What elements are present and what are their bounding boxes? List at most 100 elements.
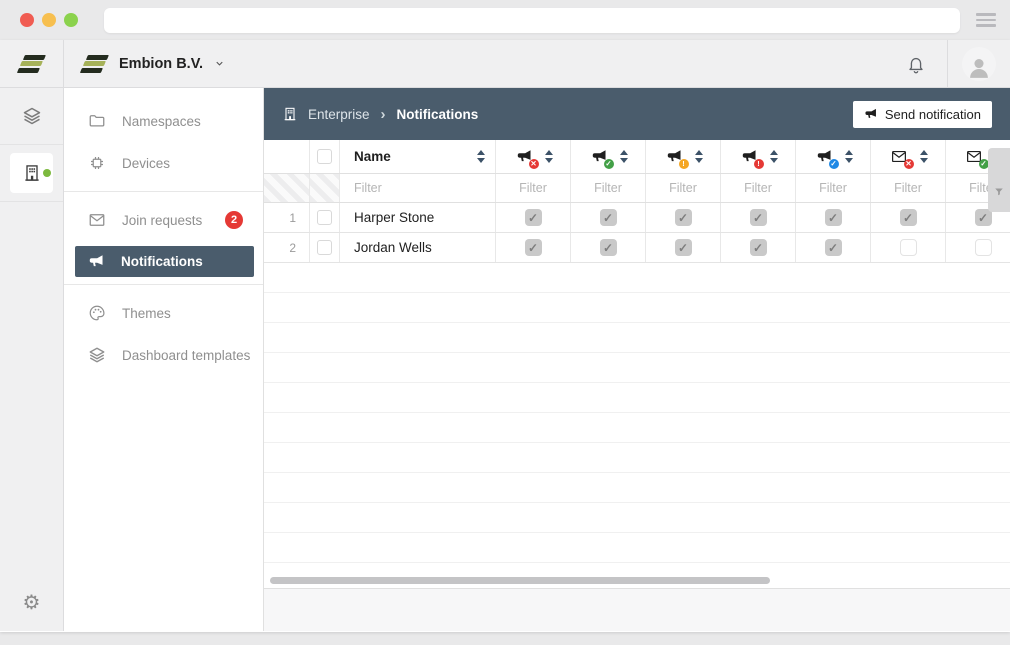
horizontal-scrollbar-thumb[interactable] — [270, 577, 770, 584]
rail-item-enterprise[interactable] — [0, 145, 63, 202]
column-header-megaphone-4[interactable]: ! — [721, 140, 796, 173]
cross-badge-icon: ✕ — [529, 159, 539, 169]
notifications-table: Name ✕✓!!✓✕✓ Filter FilterFilterFilterFi… — [264, 140, 1010, 589]
empty-row — [264, 473, 1010, 503]
sidebar-item-themes[interactable]: Themes — [64, 292, 263, 334]
layers-icon — [22, 106, 42, 126]
main-content: Enterprise › Notifications Send notifica… — [264, 88, 1010, 631]
row-select-cell — [310, 233, 340, 262]
sort-icon — [620, 150, 628, 163]
status-checkbox-checked: ✓ — [750, 239, 767, 256]
select-all-cell — [310, 140, 340, 173]
status-cell: ✓ — [796, 203, 871, 232]
sidebar-item-dashboard-templates[interactable]: Dashboard templates — [64, 334, 263, 376]
sort-icon — [845, 150, 853, 163]
name-filter-input[interactable]: Filter — [340, 174, 496, 202]
user-menu-button[interactable] — [948, 40, 1010, 87]
filter-input-6[interactable]: Filter — [871, 174, 946, 202]
settings-button[interactable]: ⚙ — [0, 573, 63, 631]
sort-icon — [770, 150, 778, 163]
column-header-megaphone-1[interactable]: ✕ — [496, 140, 571, 173]
row-select-checkbox[interactable] — [317, 210, 332, 225]
sidebar: Namespaces Devices Join requests 2 Notif… — [64, 88, 264, 631]
status-cell: ✓ — [646, 203, 721, 232]
table-filter-row: Filter FilterFilterFilterFilterFilterFil… — [264, 174, 1010, 203]
exclaim-badge-icon: ! — [754, 159, 764, 169]
filter-input-2[interactable]: Filter — [571, 174, 646, 202]
empty-row — [264, 533, 1010, 563]
status-cell: ✓ — [721, 203, 796, 232]
status-checkbox-checked: ✓ — [975, 209, 992, 226]
url-bar[interactable] — [104, 8, 960, 33]
person-icon — [966, 54, 992, 80]
sidebar-divider — [64, 191, 263, 192]
status-checkbox-checked: ✓ — [600, 239, 617, 256]
maximize-window-button[interactable] — [64, 13, 78, 27]
status-cell: ✓ — [496, 233, 571, 262]
sidebar-item-devices[interactable]: Devices — [64, 142, 263, 184]
sidebar-item-notifications[interactable]: Notifications — [75, 246, 254, 277]
row-select-cell — [310, 203, 340, 232]
megaphone-icon: ✓ — [814, 147, 835, 166]
column-header-megaphone-5[interactable]: ✓ — [796, 140, 871, 173]
empty-row — [264, 563, 1010, 589]
sort-icon — [920, 150, 928, 163]
sidebar-item-join-requests[interactable]: Join requests 2 — [64, 199, 263, 241]
notifications-bell-button[interactable] — [885, 40, 947, 87]
empty-row — [264, 443, 1010, 473]
sidebar-item-namespaces[interactable]: Namespaces — [64, 100, 263, 142]
window-controls — [20, 13, 78, 27]
send-notification-button[interactable]: Send notification — [853, 101, 992, 128]
building-icon — [282, 106, 298, 122]
icon-rail: ⚙ — [0, 88, 64, 631]
breadcrumb-root[interactable]: Enterprise — [308, 107, 370, 122]
org-switcher[interactable]: Embion B.V. — [64, 40, 225, 87]
status-cell: ✓ — [571, 233, 646, 262]
table-row[interactable]: 1Harper Stone✓✓✓✓✓✓✓ — [264, 203, 1010, 233]
select-all-checkbox[interactable] — [317, 149, 332, 164]
empty-row — [264, 413, 1010, 443]
megaphone-icon — [88, 253, 105, 270]
status-checkbox-checked: ✓ — [750, 209, 767, 226]
status-checkbox-checked: ✓ — [525, 239, 542, 256]
column-header-megaphone-3[interactable]: ! — [646, 140, 721, 173]
breadcrumb: Enterprise › Notifications Send notifica… — [264, 88, 1010, 140]
sort-icon — [477, 150, 485, 163]
browser-menu-icon[interactable] — [976, 13, 996, 27]
status-checkbox-checked: ✓ — [675, 209, 692, 226]
brand-logo-icon — [82, 55, 108, 73]
status-cell — [871, 233, 946, 262]
rail-item-dashboards[interactable] — [0, 88, 63, 145]
minimize-window-button[interactable] — [42, 13, 56, 27]
browser-chrome — [0, 0, 1010, 40]
sidebar-item-label: Devices — [122, 156, 170, 171]
filter-input-3[interactable]: Filter — [646, 174, 721, 202]
exclaim-badge-icon: ! — [679, 159, 689, 169]
status-cell: ✓ — [871, 203, 946, 232]
column-header-mail-6[interactable]: ✕ — [871, 140, 946, 173]
empty-row — [264, 383, 1010, 413]
chip-icon — [88, 154, 106, 172]
cross-badge-icon: ✕ — [904, 159, 914, 169]
filter-input-1[interactable]: Filter — [496, 174, 571, 202]
filter-panel-toggle[interactable] — [988, 148, 1010, 212]
filter-input-5[interactable]: Filter — [796, 174, 871, 202]
sidebar-item-label: Join requests — [122, 213, 202, 228]
app-header: Embion B.V. — [0, 40, 1010, 88]
column-header-megaphone-2[interactable]: ✓ — [571, 140, 646, 173]
cell-name: Jordan Wells — [340, 233, 496, 262]
row-select-checkbox[interactable] — [317, 240, 332, 255]
megaphone-icon: ! — [739, 147, 760, 166]
filter-input-4[interactable]: Filter — [721, 174, 796, 202]
filter-cell-disabled — [310, 174, 340, 202]
close-window-button[interactable] — [20, 13, 34, 27]
table-row[interactable]: 2Jordan Wells✓✓✓✓✓ — [264, 233, 1010, 263]
sidebar-divider — [64, 284, 263, 285]
name-column-header[interactable]: Name — [340, 140, 496, 173]
palette-icon — [88, 304, 106, 322]
cell-name: Harper Stone — [340, 203, 496, 232]
empty-row — [264, 503, 1010, 533]
status-checkbox-unchecked — [975, 239, 992, 256]
filter-cell-disabled — [264, 174, 310, 202]
megaphone-icon: ! — [664, 147, 685, 166]
